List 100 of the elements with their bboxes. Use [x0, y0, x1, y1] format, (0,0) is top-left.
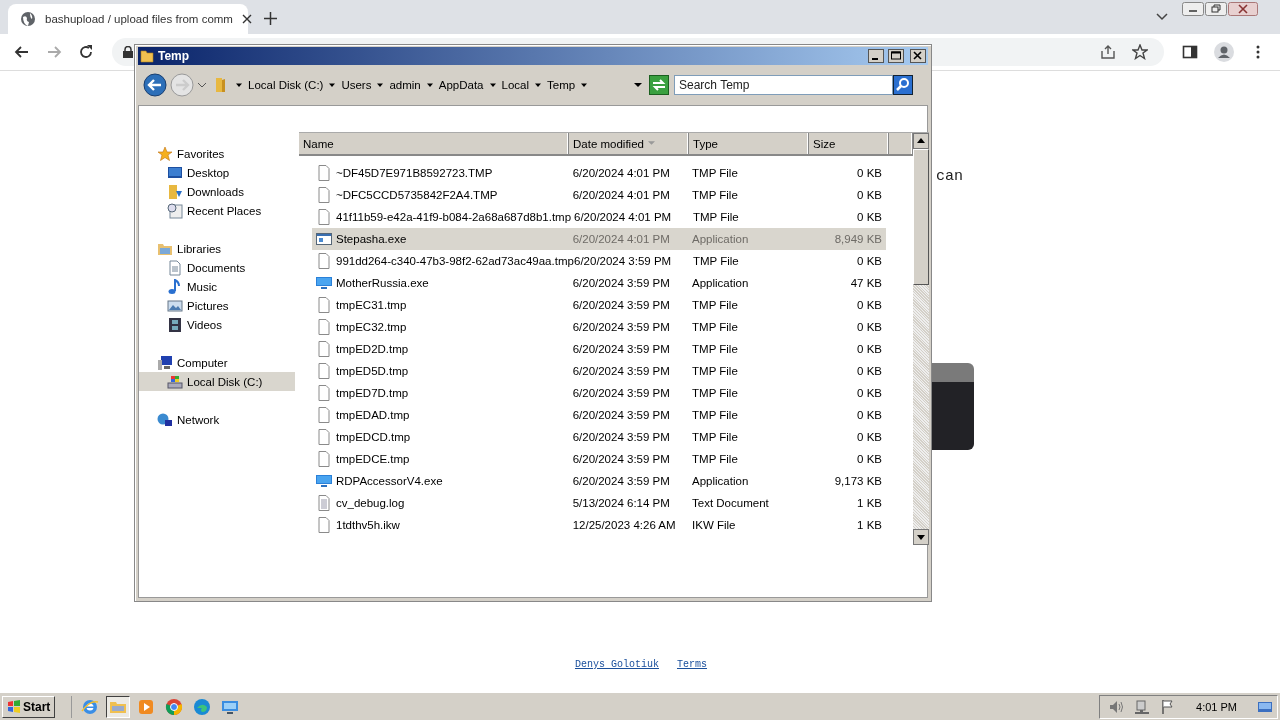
nav-group[interactable]: Computer: [139, 353, 295, 372]
file-name: MotherRussia.exe: [336, 277, 429, 289]
table-cell-text: 0 KB: [856, 321, 883, 333]
table-cell-text: 6/20/2024 3:59 PM: [571, 343, 671, 355]
chevron-icon[interactable]: [426, 82, 433, 88]
file-row[interactable]: MotherRussia.exe 6/20/2024 3:59 PM Application 47 KB: [312, 272, 886, 294]
table-cell-text: TMP File: [691, 387, 739, 399]
file-row[interactable]: tmpEC31.tmp 6/20/2024 3:59 PM TMP File 0 KB: [312, 294, 886, 316]
chevron-icon[interactable]: [489, 82, 496, 88]
table-cell-text: 6/20/2024 3:59 PM: [571, 387, 671, 399]
side-panel-icon[interactable]: [1182, 44, 1198, 60]
table-cell-text: 0 KB: [856, 387, 883, 399]
restore-icon[interactable]: [1205, 2, 1227, 16]
share-icon[interactable]: [1100, 44, 1116, 60]
chevron-icon[interactable]: [535, 82, 542, 88]
breadcrumb-item[interactable]: Local: [501, 79, 530, 91]
file-row[interactable]: tmpEDCE.tmp 6/20/2024 3:59 PM TMP File 0 KB: [312, 448, 886, 470]
footer-link[interactable]: Terms: [677, 659, 707, 670]
minimize-icon[interactable]: [868, 49, 884, 63]
breadcrumb-item[interactable]: Local Disk (C:): [248, 79, 324, 91]
column-header[interactable]: Size: [809, 133, 889, 154]
breadcrumb-item[interactable]: AppData: [438, 79, 484, 91]
nav-item[interactable]: Downloads: [139, 182, 295, 201]
table-cell-text: Text Document: [691, 497, 770, 509]
file-row[interactable]: tmpED2D.tmp 6/20/2024 3:59 PM TMP File 0 KB: [312, 338, 886, 360]
nav-item[interactable]: Documents: [139, 258, 295, 277]
table-cell-text: 9,173 KB: [833, 475, 883, 487]
file-row[interactable]: ~DFC5CCD5735842F2A4.TMP 6/20/2024 4:01 PM TMP File 0 KB: [312, 184, 886, 206]
nav-group[interactable]: Libraries: [139, 239, 295, 258]
file-row[interactable]: tmpEDAD.tmp 6/20/2024 3:59 PM TMP File 0 KB: [312, 404, 886, 426]
file-icon: [316, 209, 332, 225]
table-cell-text: 6/20/2024 3:59 PM: [571, 409, 671, 421]
table-cell-text: TMP File: [691, 299, 739, 311]
breadcrumb-item[interactable]: admin: [389, 79, 421, 91]
scroll-down-icon[interactable]: [913, 529, 929, 545]
file-row[interactable]: 991dd264-c340-47b3-98f2-62ad73ac49aa.tmp6/20/2024 3:59 PM TMP File 0 KB: [312, 250, 886, 272]
breadcrumb-item[interactable]: Users: [341, 79, 372, 91]
new-tab-icon[interactable]: [264, 12, 277, 25]
file-row[interactable]: tmpEDCD.tmp 6/20/2024 3:59 PM TMP File 0 KB: [312, 426, 886, 448]
text-file-icon: [316, 495, 332, 511]
nav-item[interactable]: Desktop: [139, 163, 295, 182]
file-row[interactable]: RDPAccessorV4.exe 6/20/2024 3:59 PM Application 9,173 KB: [312, 470, 886, 492]
nav-item[interactable]: Recent Places: [139, 201, 295, 220]
file-row[interactable]: ~DF45D7E971B8592723.TMP 6/20/2024 4:01 PM TMP File 0 KB: [312, 162, 886, 184]
profile-icon[interactable]: [1214, 42, 1234, 62]
reload-icon[interactable]: [78, 44, 94, 60]
close-icon[interactable]: [1228, 2, 1258, 16]
table-cell-text: Application: [691, 277, 750, 289]
close-icon[interactable]: [241, 14, 252, 24]
network-icon[interactable]: [1134, 698, 1151, 715]
column-header[interactable]: Type: [689, 133, 809, 154]
file-name: RDPAccessorV4.exe: [336, 475, 443, 487]
file-name: tmpED2D.tmp: [336, 343, 409, 355]
start-button[interactable]: Start: [2, 695, 56, 718]
dropdown-icon[interactable]: [634, 82, 642, 88]
scrollbar[interactable]: [913, 133, 929, 545]
chevron-icon[interactable]: [377, 82, 384, 88]
breadcrumb-item[interactable]: Temp: [547, 79, 576, 91]
table-cell-text: 1 KB: [856, 497, 883, 509]
file-row[interactable]: tmpEC32.tmp 6/20/2024 3:59 PM TMP File 0 KB: [312, 316, 886, 338]
scroll-up-icon[interactable]: [913, 133, 929, 149]
maximize-icon[interactable]: [888, 49, 904, 63]
table-cell-text: 6/20/2024 3:59 PM: [571, 431, 671, 443]
table-cell-text: 6/20/2024 4:01 PM: [573, 211, 673, 223]
back-icon[interactable]: [143, 73, 167, 97]
file-row[interactable]: 41f11b59-e42a-41f9-b084-2a68a687d8b1.tmp 6/20/2024 4:01 PM TMP File 0 KB: [312, 206, 886, 228]
column-header[interactable]: Date modified: [569, 133, 689, 154]
refresh-icon[interactable]: [649, 75, 669, 95]
lock-icon: [122, 46, 134, 58]
clock[interactable]: 4:01 PM: [1196, 700, 1237, 713]
close-icon[interactable]: [910, 49, 926, 63]
file-row[interactable]: cv_debug.log 5/13/2024 6:14 PM Text Document 1 KB: [312, 492, 886, 514]
table-cell-text: 0 KB: [856, 431, 883, 443]
nav-group[interactable]: Network: [139, 410, 295, 429]
back-icon[interactable]: [14, 44, 30, 60]
chevron-down-icon[interactable]: [1156, 10, 1168, 22]
search-icon[interactable]: [893, 75, 913, 95]
file-row[interactable]: 1tdthv5h.ikw 12/25/2023 4:26 AM IKW File 1 KB: [312, 514, 886, 536]
chevron-icon[interactable]: [236, 82, 242, 88]
file-row[interactable]: tmpED7D.tmp 6/20/2024 3:59 PM TMP File 0 KB: [312, 382, 886, 404]
star-icon[interactable]: [1132, 44, 1148, 60]
table-cell-text: 0 KB: [856, 343, 883, 355]
chevron-icon[interactable]: [581, 82, 588, 88]
scroll-thumb[interactable]: [913, 149, 929, 285]
taskbar-app[interactable]: [106, 695, 131, 718]
nav-item[interactable]: Videos: [139, 315, 295, 334]
table-cell-text: TMP File: [691, 431, 739, 443]
search-field[interactable]: Search Temp: [674, 75, 893, 95]
file-row[interactable]: tmpED5D.tmp 6/20/2024 3:59 PM TMP File 0 KB: [312, 360, 886, 382]
footer-link[interactable]: Denys Golotiuk: [575, 659, 659, 670]
nav-item[interactable]: Pictures: [139, 296, 295, 315]
chevron-icon[interactable]: [329, 82, 336, 88]
file-row[interactable]: Stepasha.exe 6/20/2024 4:01 PM Application 8,949 KB: [312, 228, 886, 250]
nav-item[interactable]: Local Disk (C:): [139, 372, 295, 391]
table-cell-text: 8,949 KB: [833, 233, 883, 245]
table-cell-text: TMP File: [691, 211, 740, 223]
nav-item[interactable]: Music: [139, 277, 295, 296]
file-name: tmpED5D.tmp: [336, 365, 409, 377]
nav-group[interactable]: Favorites: [139, 144, 295, 163]
column-header[interactable]: Name: [299, 133, 569, 154]
